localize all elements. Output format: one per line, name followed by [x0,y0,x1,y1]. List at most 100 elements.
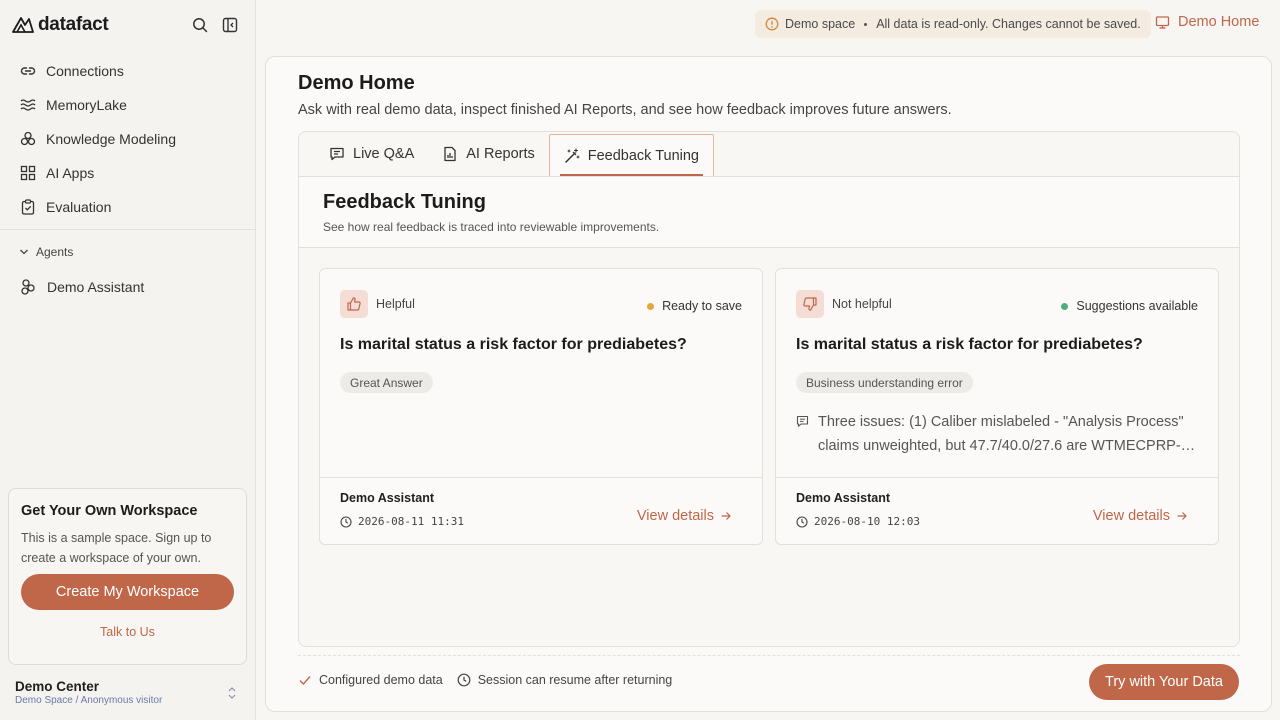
sidebar-nav: Connections MemoryLake Knowledge Modelin… [0,54,255,224]
chevron-down-icon [19,247,29,257]
promo-text: This is a sample space. Sign up to creat… [21,531,212,565]
demo-home-label: Demo Home [1178,14,1260,30]
thumbs-down-icon [796,290,824,318]
magic-wand-icon [564,147,580,164]
search-icon[interactable] [191,16,209,34]
notice-space: Demo space [785,17,856,31]
demo-home-link[interactable]: Demo Home [1155,14,1259,30]
status-badge: Ready to save [647,299,742,313]
info-icon [765,17,779,31]
feedback-label: Helpful [376,297,415,311]
clock-icon [457,673,471,687]
sidebar: datafact Connections MemoryLake Knowledg… [0,0,256,720]
view-details-label: View details [636,508,714,524]
view-details-link[interactable]: View details [1093,508,1188,524]
demo-panel: Live Q&A AI Reports Feedback Tuning Feed… [298,131,1240,647]
status-dot [647,302,655,310]
chat-icon [329,146,345,162]
card-question: Is marital status a risk factor for pred… [340,336,687,353]
footer-info: Configured demo data Session can resume … [298,673,672,687]
sidebar-item-knowledge-modeling[interactable]: Knowledge Modeling [0,122,255,156]
try-with-your-data-button[interactable]: Try with Your Data [1089,664,1239,700]
feedback-card[interactable]: Not helpful Suggestions available Is mar… [775,268,1219,545]
tab-feedback-tuning[interactable]: Feedback Tuning [548,134,714,176]
read-only-notice: Demo space All data is read-only. Change… [755,10,1151,38]
brand-logo[interactable]: datafact [12,14,109,36]
clock-icon [796,515,808,528]
view-details-label: View details [1092,508,1170,524]
check-icon [298,673,312,687]
divider [0,229,255,230]
account-switcher[interactable]: Demo Center Demo Space / Anonymous visit… [15,679,245,706]
section-header: Feedback Tuning See how real feedback is… [299,177,1239,248]
separator-dot [864,22,868,26]
agent-label: Demo Assistant [47,279,145,295]
clock-icon [340,515,352,528]
arrow-right-icon [720,510,732,522]
status-dot [1061,302,1069,310]
arrow-right-icon [1176,510,1188,522]
agent-icon [19,278,37,296]
notice-text: All data is read-only. Changes cannot be… [876,17,1141,31]
feedback-card[interactable]: Helpful Ready to save Is marital status … [319,268,763,545]
tab-live-qa[interactable]: Live Q&A [315,132,428,176]
feedback-tag: Business understanding error [796,372,973,393]
comment-icon [796,410,809,458]
view-details-link[interactable]: View details [637,508,732,524]
brand-name: datafact [38,14,109,35]
card-timestamp: 2026-08-10 12:03 [796,515,920,528]
report-icon [442,146,458,162]
feedback-label: Not helpful [832,297,892,311]
sidebar-item-label: Connections [46,63,124,79]
footer-item-label: Configured demo data [319,673,443,687]
main-panel: Demo Home Ask with real demo data, inspe… [265,56,1272,712]
sidebar-item-label: AI Apps [46,165,95,181]
create-workspace-button[interactable]: Create My Workspace [21,574,234,610]
workspace-promo: Get Your Own Workspace This is a sample … [8,488,247,665]
thumbs-up-icon [340,290,368,318]
monitor-icon [1155,15,1170,30]
sidebar-item-demo-assistant[interactable]: Demo Assistant [19,278,144,296]
tab-label: Feedback Tuning [587,147,699,164]
tab-label: Live Q&A [353,146,415,162]
card-agent: Demo Assistant [340,491,435,505]
grid-icon [19,165,36,182]
promo-title: Get Your Own Workspace [21,503,198,519]
card-question: Is marital status a risk factor for pred… [796,336,1143,353]
agents-label: Agents [36,245,74,259]
section-subtitle: See how real feedback is traced into rev… [323,220,660,234]
feedback-tag: Great Answer [340,372,433,393]
footer-item: Session can resume after returning [457,673,673,687]
status-badge: Suggestions available [1061,299,1198,313]
card-timestamp: 2026-08-11 11:31 [340,515,464,528]
sidebar-item-label: MemoryLake [46,97,127,113]
sidebar-item-label: Evaluation [46,199,112,215]
card-agent: Demo Assistant [796,491,891,505]
sidebar-item-connections[interactable]: Connections [0,54,255,88]
feedback-cards: Helpful Ready to save Is marital status … [319,268,1219,545]
page-subtitle: Ask with real demo data, inspect finishe… [298,102,952,118]
card-footer: Demo Assistant 2026-08-11 11:31 View det… [320,477,762,545]
talk-to-us-link[interactable]: Talk to Us [21,625,234,639]
logo-icon [12,16,34,34]
status-text: Suggestions available [1076,299,1198,313]
collapse-sidebar-icon[interactable] [221,16,239,34]
footer-item-label: Session can resume after returning [477,673,673,687]
sidebar-item-evaluation[interactable]: Evaluation [0,190,255,224]
agents-section-toggle[interactable]: Agents [19,245,73,259]
card-footer: Demo Assistant 2026-08-10 12:03 View det… [776,477,1218,545]
account-name: Demo Center [15,679,100,694]
sidebar-item-ai-apps[interactable]: AI Apps [0,156,255,190]
cubes-icon [19,131,36,148]
feedback-comment: Three issues: (1) Caliber mislabeled - "… [796,410,1200,458]
comment-text: Three issues: (1) Caliber mislabeled - "… [818,414,1184,454]
tab-label: AI Reports [466,146,535,162]
sidebar-item-memorylake[interactable]: MemoryLake [0,88,255,122]
tab-bar: Live Q&A AI Reports Feedback Tuning [299,132,1239,177]
time-text: 2026-08-11 11:31 [358,515,464,528]
waves-icon [19,97,36,114]
footer-item: Configured demo data [298,673,443,687]
sidebar-item-label: Knowledge Modeling [46,131,176,147]
tab-ai-reports[interactable]: AI Reports [428,132,549,176]
section-title: Feedback Tuning [323,191,486,213]
